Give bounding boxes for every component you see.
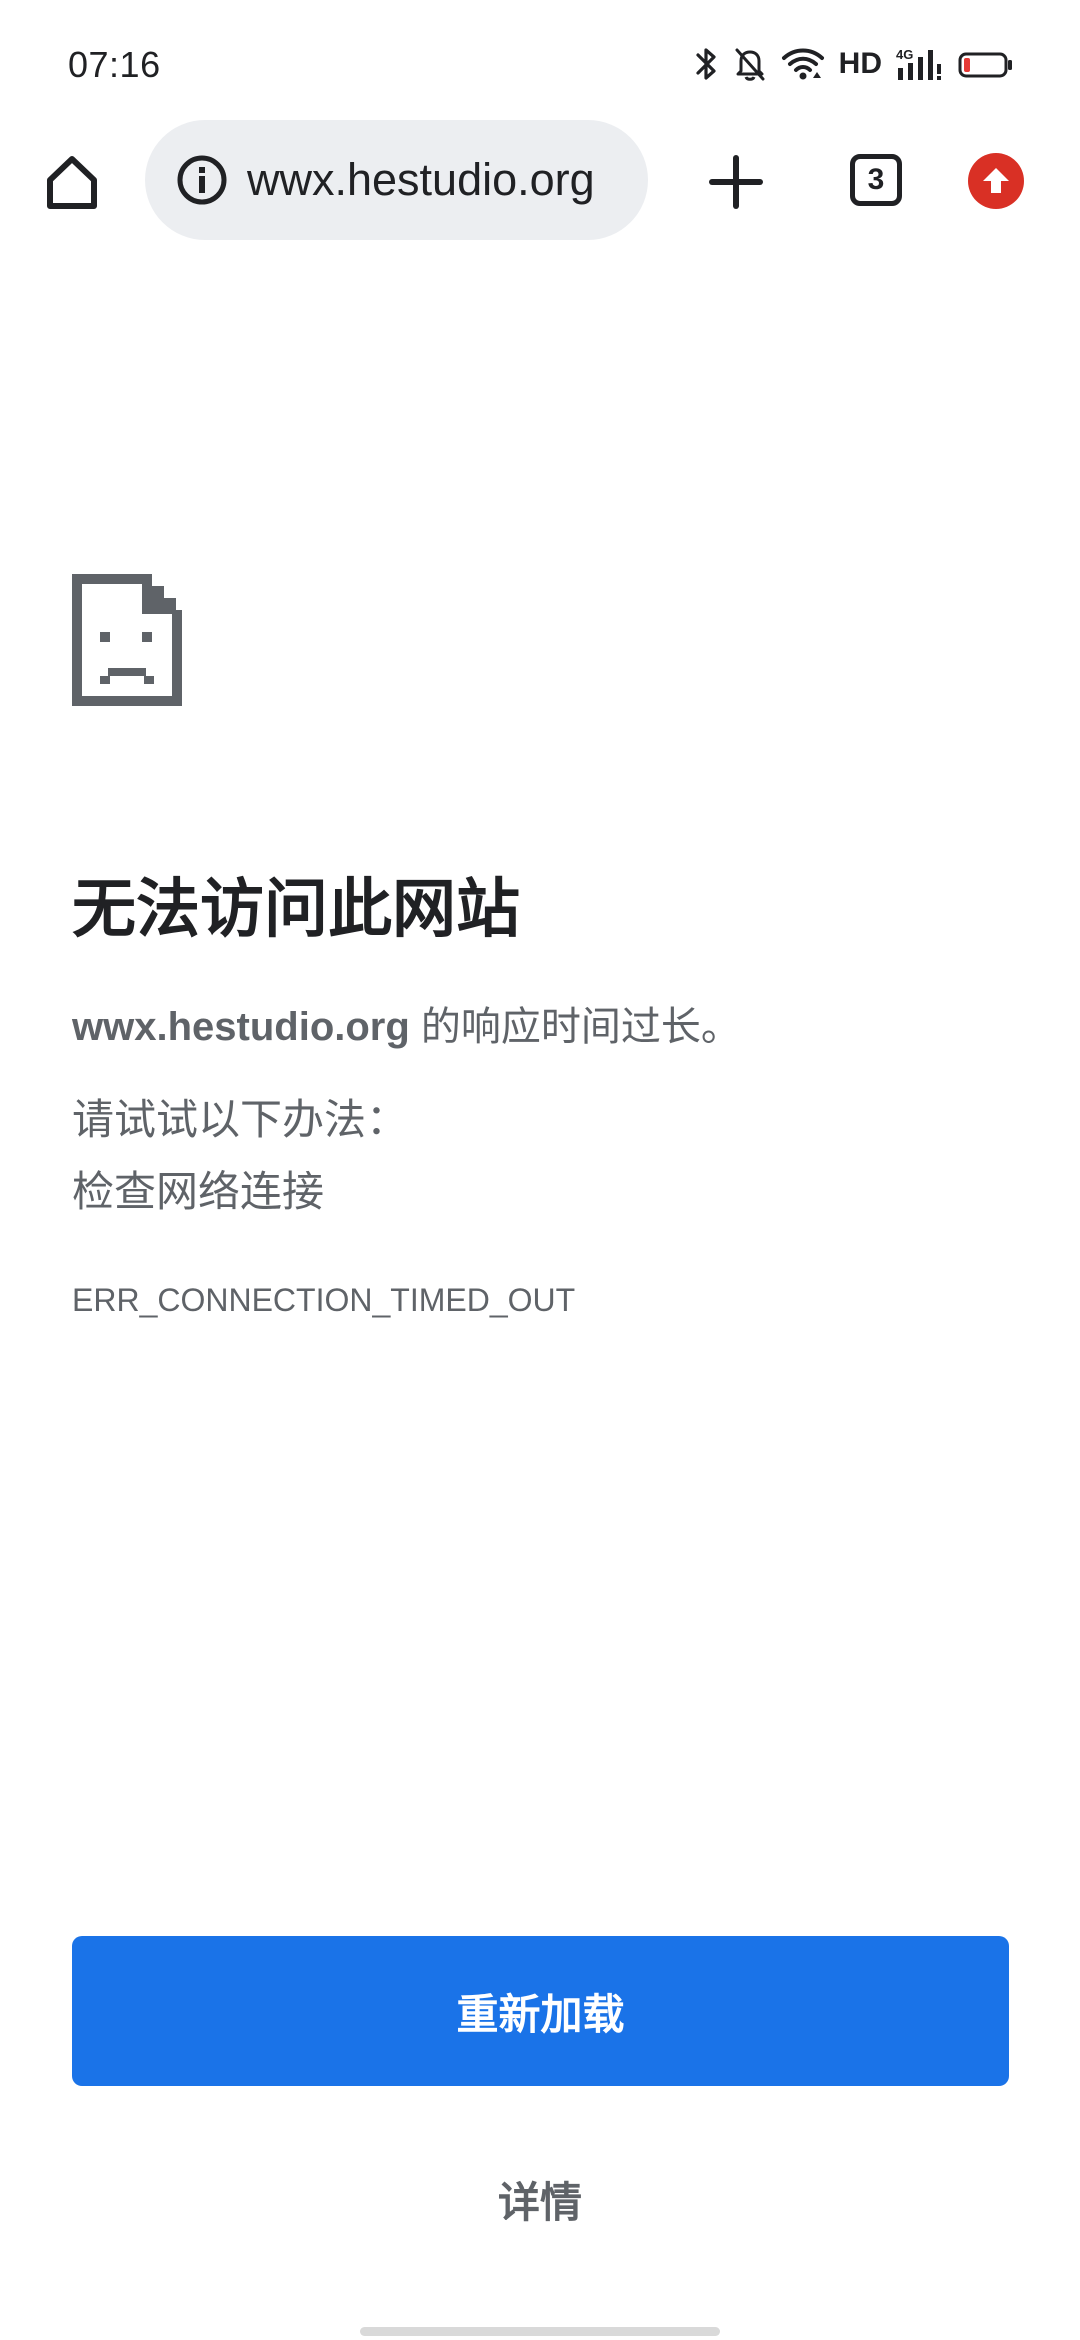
reload-button[interactable]: 重新加载 (72, 1936, 1009, 2086)
status-time: 07:16 (68, 44, 161, 85)
error-host: wwx.hestudio.org (72, 1005, 410, 1049)
error-code: ERR_CONNECTION_TIMED_OUT (72, 1282, 576, 1318)
new-tab-button[interactable] (700, 146, 772, 218)
info-icon[interactable] (175, 153, 229, 207)
tab-switcher-button[interactable]: 3 (850, 154, 902, 206)
home-icon (47, 156, 97, 209)
error-description-suffix: 的响应时间过长。 (409, 1005, 741, 1049)
error-title: 无法访问此网站 (72, 873, 520, 945)
svg-text:4G: 4G (896, 47, 913, 62)
sad-page-icon (72, 574, 182, 706)
error-description: wwx.hestudio.org 的响应时间过长。 (72, 994, 741, 1052)
status-icons: HD 4G (695, 44, 1014, 84)
screen: 07:16 HD 4G wwx.hestudio.org 3 无法访问此网站 w… (0, 0, 1080, 2340)
browser-toolbar: wwx.hestudio.org 3 (0, 118, 1080, 244)
details-button[interactable]: 详情 (400, 2164, 680, 2234)
signal-4g-icon: 4G (896, 46, 944, 82)
plus-icon (709, 155, 763, 209)
status-bar: 07:16 HD 4G (0, 0, 1080, 120)
url-text[interactable]: wwx.hestudio.org (247, 154, 595, 206)
network-hd-label: HD (838, 47, 882, 80)
bluetooth-icon (695, 46, 719, 82)
gesture-navigation-bar[interactable] (360, 2327, 720, 2336)
update-arrow-icon (983, 168, 1009, 193)
address-bar[interactable]: wwx.hestudio.org (145, 120, 648, 240)
suggestions-heading: 请试试以下办法： (72, 1096, 409, 1143)
home-button[interactable] (36, 146, 108, 218)
wifi-icon (781, 46, 825, 82)
update-button[interactable] (968, 153, 1024, 209)
bell-muted-icon (733, 46, 767, 82)
battery-low-icon (958, 46, 1014, 82)
suggestion-item: 检查网络连接 (72, 1168, 325, 1215)
tab-count: 3 (867, 163, 885, 196)
